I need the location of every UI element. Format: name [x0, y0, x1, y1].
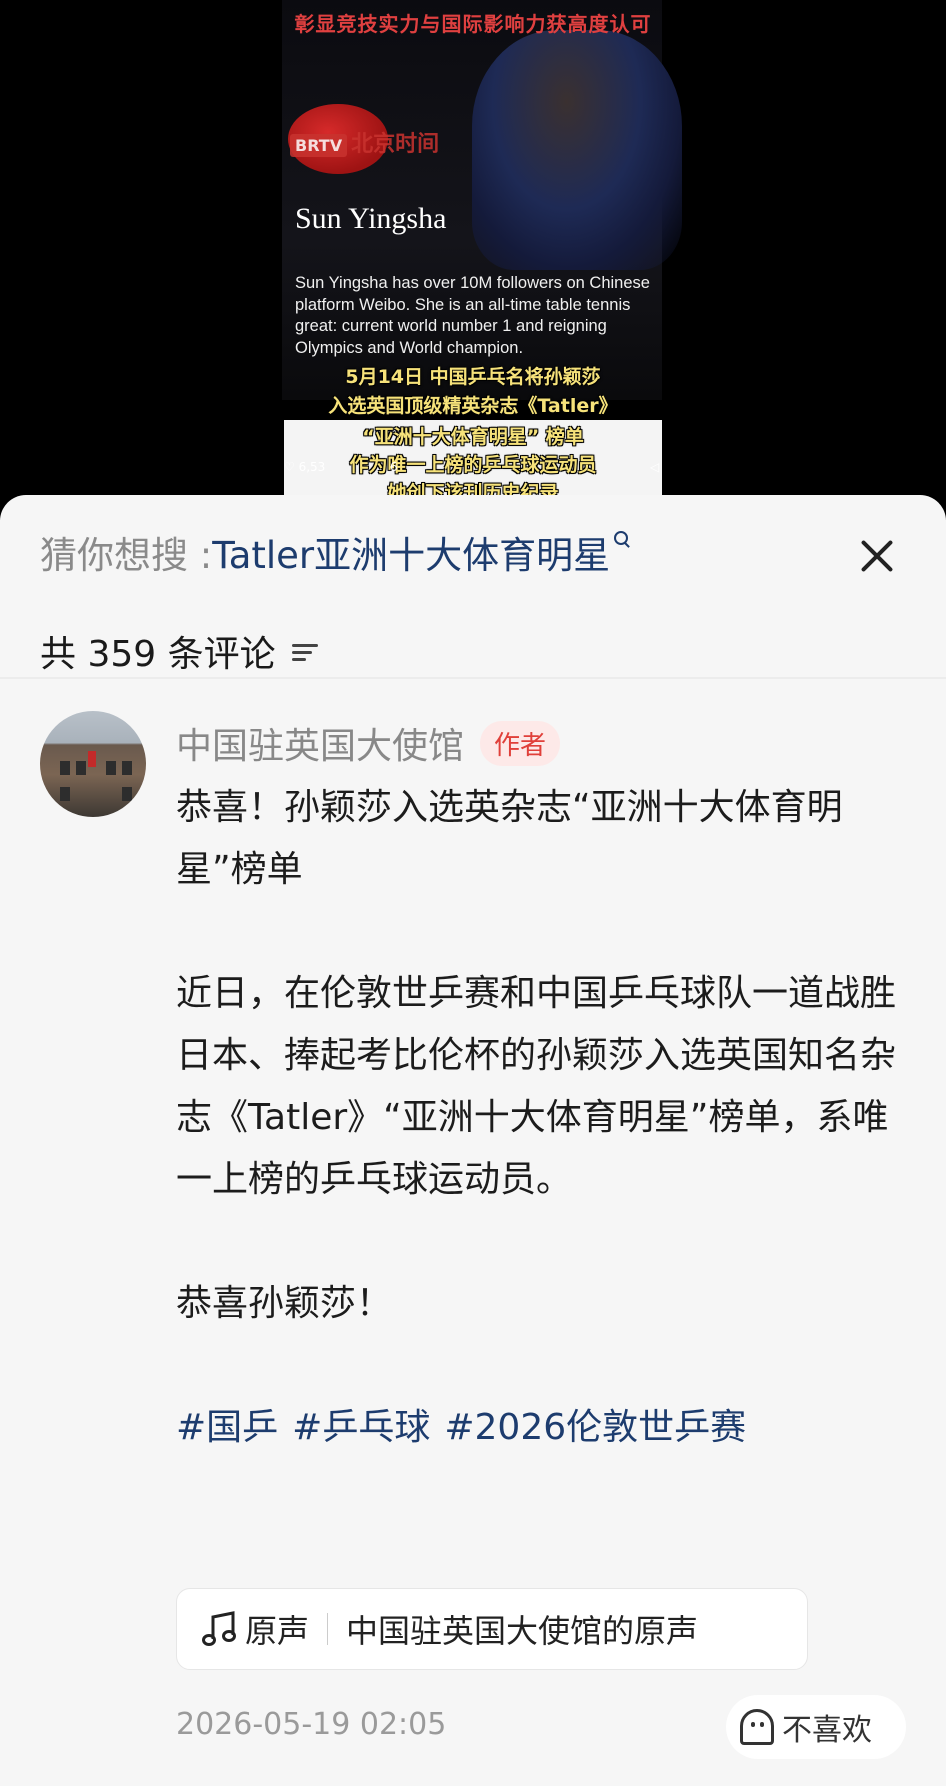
- divider: [0, 677, 946, 679]
- hashtag-link[interactable]: #国乒: [176, 1407, 278, 1448]
- audio-separator: [327, 1613, 329, 1645]
- hashtag-row: #国乒 #乒乓球 #2026伦敦世乒赛: [176, 1397, 916, 1459]
- original-audio-card[interactable]: 原声 中国驻英国大使馆的原声: [176, 1588, 808, 1670]
- like-stat: ♡ 6,53: [284, 460, 326, 474]
- video-banner-text: 彰显竞技实力与国际影响力获高度认可: [294, 12, 652, 36]
- comment-paragraph-3: 恭喜孙颖莎！: [176, 1283, 393, 1324]
- author-badge: 作者: [480, 720, 561, 766]
- share-icon[interactable]: ◁: [650, 460, 659, 474]
- video-caption-2: 入选英国顶级精英杂志《Tatler》: [328, 395, 618, 417]
- player-photo: [472, 30, 682, 270]
- music-note-icon: [202, 1611, 236, 1646]
- close-icon[interactable]: [852, 531, 902, 581]
- comment-sheet: 猜你想搜 : Tatler亚洲十大体育明星 共 359 条评论 中国驻英国大使馆…: [0, 495, 946, 1786]
- author-name[interactable]: 中国驻英国大使馆: [176, 717, 464, 769]
- comment-stat-count: 6: [390, 460, 398, 474]
- sort-icon[interactable]: [291, 638, 322, 664]
- poster-name: Sun Yingsha: [295, 202, 447, 235]
- hashtag-link[interactable]: #乒乓球: [292, 1407, 430, 1448]
- ghost-icon: [740, 1709, 774, 1745]
- comment-author-row: 中国驻英国大使馆 作者: [176, 717, 561, 769]
- audio-label: 原声: [245, 1612, 310, 1650]
- audio-title: 中国驻英国大使馆的原声: [346, 1612, 699, 1650]
- poster-description: Sun Yingsha has over 10M followers on Ch…: [295, 274, 650, 357]
- comment-timestamp: 2026-05-19 02:05: [176, 1707, 447, 1742]
- like-count: 6,53: [298, 460, 326, 474]
- watermark-text: 北京时间: [351, 132, 440, 157]
- video-caption-1: 5月14日 中国乒乓名将孙颖莎: [345, 366, 601, 388]
- comment-count-header: 共 359 条评论: [40, 625, 322, 677]
- suggested-search-prefix: 猜你想搜 :: [40, 534, 213, 577]
- comment-stat: 6: [390, 460, 398, 474]
- watermark-tag: BRTV: [290, 134, 348, 157]
- comment-line-1: 恭喜！孙颖莎入选英杂志“亚洲十大体育明星”榜单: [176, 787, 843, 890]
- avatar[interactable]: [40, 711, 146, 817]
- dislike-label: 不喜欢: [782, 1713, 872, 1748]
- dislike-button[interactable]: 不喜欢: [726, 1695, 906, 1759]
- suggested-search-term[interactable]: Tatler亚洲十大体育明星: [212, 525, 610, 579]
- search-icon: [614, 531, 629, 545]
- broadcaster-watermark: BRTV 北京时间: [290, 126, 439, 158]
- comment-text: 恭喜！孙颖莎入选英杂志“亚洲十大体育明星”榜单 近日，在伦敦世乒赛和中国乒乓球队…: [176, 777, 916, 1459]
- comment-paragraph-2: 近日，在伦敦世乒赛和中国乒乓球队一道战胜日本、捧起考比伦杯的孙颖莎入选英国知名杂…: [176, 973, 897, 1200]
- video-caption-3: “亚洲十大体育明星” 榜单: [362, 426, 584, 448]
- suggested-search[interactable]: 猜你想搜 : Tatler亚洲十大体育明星: [40, 529, 629, 577]
- hashtag-link[interactable]: #2026伦敦世乒赛: [444, 1407, 746, 1448]
- video-caption-4: 作为唯一上榜的乒乓球运动员: [349, 454, 597, 476]
- video-player[interactable]: 彰显竞技实力与国际影响力获高度认可 BRTV 北京时间 Sun Yingsha S…: [0, 0, 946, 520]
- comment-count: 共 359 条评论: [40, 634, 276, 675]
